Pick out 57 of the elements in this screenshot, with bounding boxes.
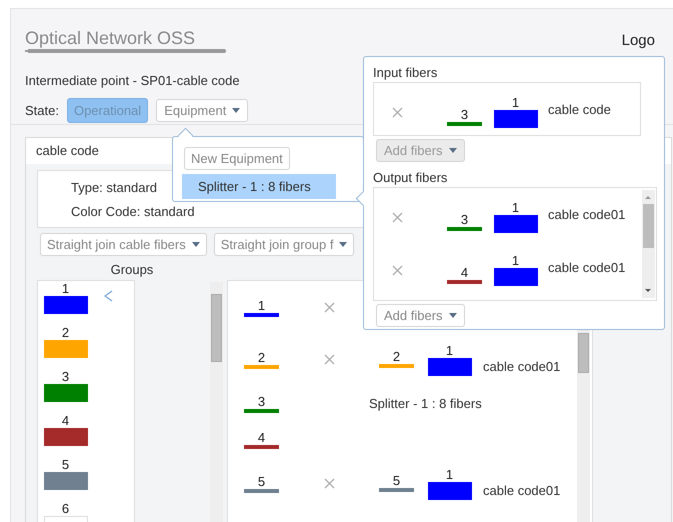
group-number: 6 bbox=[62, 501, 70, 516]
fiber-number: 4 bbox=[258, 430, 266, 444]
fiber-number: 5 bbox=[258, 474, 266, 488]
logo-text: Logo bbox=[622, 32, 655, 49]
group-number: 4 bbox=[62, 413, 70, 428]
fiber-number: 2 bbox=[258, 350, 266, 364]
caret-icon bbox=[339, 242, 348, 247]
caret-icon bbox=[448, 313, 457, 318]
fiber-number: 3 bbox=[460, 107, 468, 122]
panel-title: cable code bbox=[36, 143, 99, 158]
equipment-name: Splitter - 1 : 8 fibers bbox=[368, 396, 482, 410]
group-number: 1 bbox=[512, 200, 520, 215]
fiber-number: 4 bbox=[460, 265, 468, 280]
close-icon[interactable] bbox=[324, 354, 334, 364]
add-fibers-dropdown[interactable]: Add fibers bbox=[376, 304, 465, 327]
new-equipment-button[interactable]: New Equipment bbox=[184, 147, 290, 170]
section-title: Output fibers bbox=[373, 169, 448, 187]
group-number: 1 bbox=[446, 342, 454, 358]
state-badge: Operational bbox=[66, 98, 148, 122]
fiber-number: 1 bbox=[258, 298, 266, 312]
group-number: 1 bbox=[512, 253, 520, 268]
scrollbar[interactable] bbox=[642, 190, 655, 298]
cable-name: cable code01 bbox=[483, 358, 560, 374]
groups-label: Groups bbox=[110, 261, 154, 278]
fiber-number: 3 bbox=[460, 212, 468, 227]
type-text: Type: standard bbox=[71, 180, 157, 195]
caret-icon bbox=[448, 148, 457, 153]
cable-name: cable code01 bbox=[483, 482, 560, 498]
group-number: 5 bbox=[62, 457, 70, 472]
close-icon[interactable] bbox=[392, 107, 402, 118]
group-number: 2 bbox=[62, 325, 70, 340]
app-title: Optical Network OSS bbox=[25, 27, 196, 49]
join-dropdown[interactable]: Straight join cable fibers bbox=[40, 233, 207, 256]
group-number: 1 bbox=[512, 95, 520, 110]
group-number: 1 bbox=[62, 281, 70, 296]
caret-icon bbox=[232, 108, 240, 112]
group-number: 3 bbox=[62, 369, 70, 384]
fiber-number: 5 bbox=[392, 472, 400, 488]
group-number: 1 bbox=[446, 466, 454, 482]
equipment-dropdown[interactable]: Equipment bbox=[156, 98, 248, 122]
scrollbar[interactable] bbox=[210, 282, 223, 522]
cable-name: cable code01 bbox=[548, 260, 626, 275]
section-title: Input fibers bbox=[373, 64, 438, 82]
fiber-number: 3 bbox=[258, 394, 266, 408]
state-label: State: bbox=[25, 102, 59, 118]
menu-item[interactable]: Splitter - 1 : 8 fibers bbox=[182, 174, 336, 199]
join-dropdown[interactable]: Straight join group f bbox=[214, 233, 354, 256]
close-icon[interactable] bbox=[324, 302, 334, 312]
fiber-number: 2 bbox=[392, 348, 400, 364]
point-title: Intermediate point - SP01-cable code bbox=[25, 73, 240, 88]
close-icon[interactable] bbox=[392, 265, 402, 276]
color-code-text: Color Code: standard bbox=[71, 204, 195, 219]
caret-icon bbox=[192, 242, 200, 247]
cable-name: cable code bbox=[548, 102, 611, 117]
close-icon[interactable] bbox=[324, 478, 334, 488]
cable-name: cable code01 bbox=[548, 207, 626, 222]
close-icon[interactable] bbox=[392, 212, 402, 223]
